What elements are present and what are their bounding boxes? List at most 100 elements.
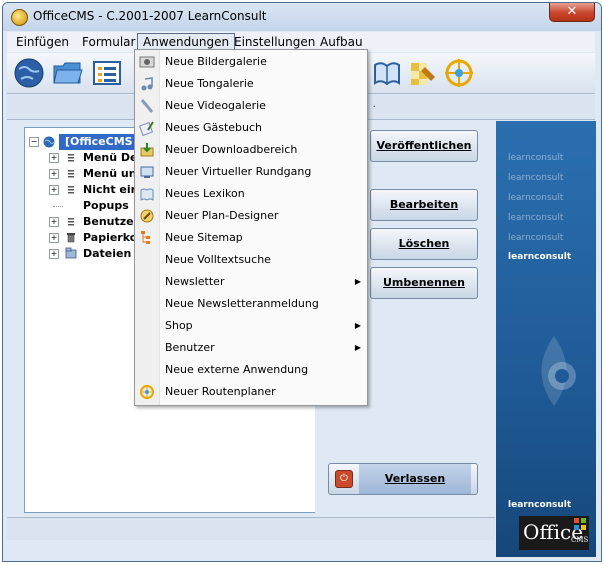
- menu-item-label: Neue Volltextsuche: [165, 253, 271, 266]
- status-bar: [7, 517, 495, 540]
- gallery-icon: [139, 56, 155, 68]
- expand-icon[interactable]: +: [49, 217, 59, 227]
- menu-formular[interactable]: Formular: [77, 34, 140, 50]
- menu-item-label: Neue Tongalerie: [165, 77, 254, 90]
- tree-item-label: Menü unt: [83, 167, 142, 180]
- menu-item-label: Newsletter: [165, 275, 225, 288]
- rename-button[interactable]: Umbenennen: [370, 267, 478, 299]
- globe-icon: [43, 136, 55, 148]
- menu-item-newsletter[interactable]: Newsletter ▶: [135, 271, 367, 293]
- compass-icon: [140, 385, 154, 399]
- menu-item-bildergalerie[interactable]: Neue Bildergalerie: [135, 51, 367, 73]
- delete-button[interactable]: Löschen: [370, 228, 478, 260]
- tree-connector: [53, 206, 63, 207]
- tree-item-label: Papierko: [83, 231, 138, 244]
- brand-tag: learnconsult: [508, 252, 572, 262]
- expand-icon[interactable]: +: [49, 249, 59, 259]
- menu-einfuegen[interactable]: Einfügen: [11, 34, 74, 50]
- office-logo: Office CMS: [519, 516, 589, 550]
- menu-node-icon: [68, 218, 74, 226]
- form-icon[interactable]: [91, 57, 123, 89]
- menu-item-label: Neuer Plan-Designer: [165, 209, 279, 222]
- leave-button-label: Verlassen: [359, 464, 471, 494]
- menu-item-lexikon[interactable]: Neues Lexikon: [135, 183, 367, 205]
- music-icon: [141, 77, 153, 91]
- menu-item-label: Neues Gästebuch: [165, 121, 263, 134]
- menu-item-label: Shop: [165, 319, 193, 332]
- compass-icon[interactable]: [443, 57, 475, 89]
- plan-designer-icon[interactable]: [407, 57, 439, 89]
- tour-icon: [140, 166, 154, 178]
- menu-node-icon: [68, 186, 74, 194]
- tree-item-label: Dateien: [83, 247, 132, 260]
- menu-item-gaestebuch[interactable]: Neues Gästebuch: [135, 117, 367, 139]
- menu-item-sitemap[interactable]: Neue Sitemap: [135, 227, 367, 249]
- brand-panel: learnconsult learnconsult learnconsult l…: [496, 121, 596, 557]
- submenu-arrow-icon: ▶: [354, 343, 361, 352]
- collapse-icon[interactable]: −: [29, 137, 39, 147]
- menu-item-downloadbereich[interactable]: Neuer Downloadbereich: [135, 139, 367, 161]
- folder-icon[interactable]: [51, 57, 83, 89]
- tree-item-label: Menü De: [83, 151, 138, 164]
- tree-item-label: Nicht ein: [83, 183, 139, 196]
- menu-item-externe-anwendung[interactable]: Neue externe Anwendung: [135, 359, 367, 381]
- brand-tag: learnconsult: [508, 213, 564, 223]
- menu-einstellungen[interactable]: Einstellungen: [229, 34, 320, 50]
- submenu-arrow-icon: ▶: [354, 321, 361, 330]
- trash-icon: [67, 233, 75, 243]
- menu-item-tongalerie[interactable]: Neue Tongalerie: [135, 73, 367, 95]
- menu-item-videogalerie[interactable]: Neue Videogalerie: [135, 95, 367, 117]
- brand-tag: learnconsult: [508, 193, 564, 203]
- expand-icon[interactable]: +: [49, 185, 59, 195]
- submenu-arrow-icon: ▶: [354, 277, 361, 286]
- sitemap-icon: [141, 231, 150, 244]
- plan-icon: [140, 209, 154, 223]
- title-bar: OfficeCMS - C.2001-2007 LearnConsult ✕: [3, 3, 601, 31]
- menu-item-label: Neuer Downloadbereich: [165, 143, 298, 156]
- brand-swirl-icon: [541, 336, 576, 406]
- publish-button[interactable]: Veröffentlichen: [370, 130, 478, 162]
- power-icon: ⏻: [335, 470, 353, 488]
- menu-item-label: Neue externe Anwendung: [165, 363, 309, 376]
- menu-item-label: Neuer Routenplaner: [165, 385, 276, 398]
- tree-item-label: Popups: [83, 199, 129, 212]
- guestbook-icon: [139, 121, 154, 136]
- brand-tag: learnconsult: [508, 173, 564, 183]
- menu-item-shop[interactable]: Shop ▶: [135, 315, 367, 337]
- expand-icon[interactable]: +: [49, 153, 59, 163]
- app-icon: [11, 9, 28, 26]
- leave-button[interactable]: ⏻ Verlassen: [328, 463, 478, 495]
- menu-item-label: Neue Sitemap: [165, 231, 243, 244]
- lexicon-icon: [140, 188, 154, 201]
- tree-item-label: Benutzer: [83, 215, 140, 228]
- window-title: OfficeCMS - C.2001-2007 LearnConsult: [33, 9, 267, 23]
- menu-item-label: Benutzer: [165, 341, 215, 354]
- menu-item-newsletteranmeldung[interactable]: Neue Newsletteranmeldung: [135, 293, 367, 315]
- menu-item-plan-designer[interactable]: Neuer Plan-Designer: [135, 205, 367, 227]
- files-icon: [65, 247, 77, 259]
- menu-item-label: Neuer Virtueller Rundgang: [165, 165, 312, 178]
- menu-item-virtueller-rundgang[interactable]: Neuer Virtueller Rundgang: [135, 161, 367, 183]
- menu-item-label: Neue Bildergalerie: [165, 55, 267, 68]
- menu-item-routenplaner[interactable]: Neuer Routenplaner: [135, 381, 367, 403]
- menu-node-icon: [68, 154, 74, 162]
- brand-tag: learnconsult: [508, 153, 564, 163]
- book-icon[interactable]: [371, 57, 403, 89]
- menu-node-icon: [68, 170, 74, 178]
- edit-button[interactable]: Bearbeiten: [370, 189, 478, 221]
- video-icon: [140, 99, 154, 113]
- globe-icon[interactable]: [13, 57, 45, 89]
- brand-tag: learnconsult: [508, 233, 564, 243]
- close-button[interactable]: ✕: [549, 3, 595, 22]
- expand-icon[interactable]: +: [49, 233, 59, 243]
- expand-icon[interactable]: +: [49, 169, 59, 179]
- brand-tag: learnconsult: [508, 500, 572, 510]
- anwendungen-dropdown: Neue Bildergalerie Neue Tongalerie Neue …: [134, 49, 368, 406]
- menu-item-volltextsuche[interactable]: Neue Volltextsuche: [135, 249, 367, 271]
- menu-item-benutzer[interactable]: Benutzer ▶: [135, 337, 367, 359]
- menu-aufbau[interactable]: Aufbau: [315, 34, 368, 50]
- windows-logo-icon: [574, 518, 586, 530]
- menu-item-label: Neue Newsletteranmeldung: [165, 297, 319, 310]
- office-logo-cms: CMS: [571, 536, 589, 544]
- download-icon: [140, 143, 154, 157]
